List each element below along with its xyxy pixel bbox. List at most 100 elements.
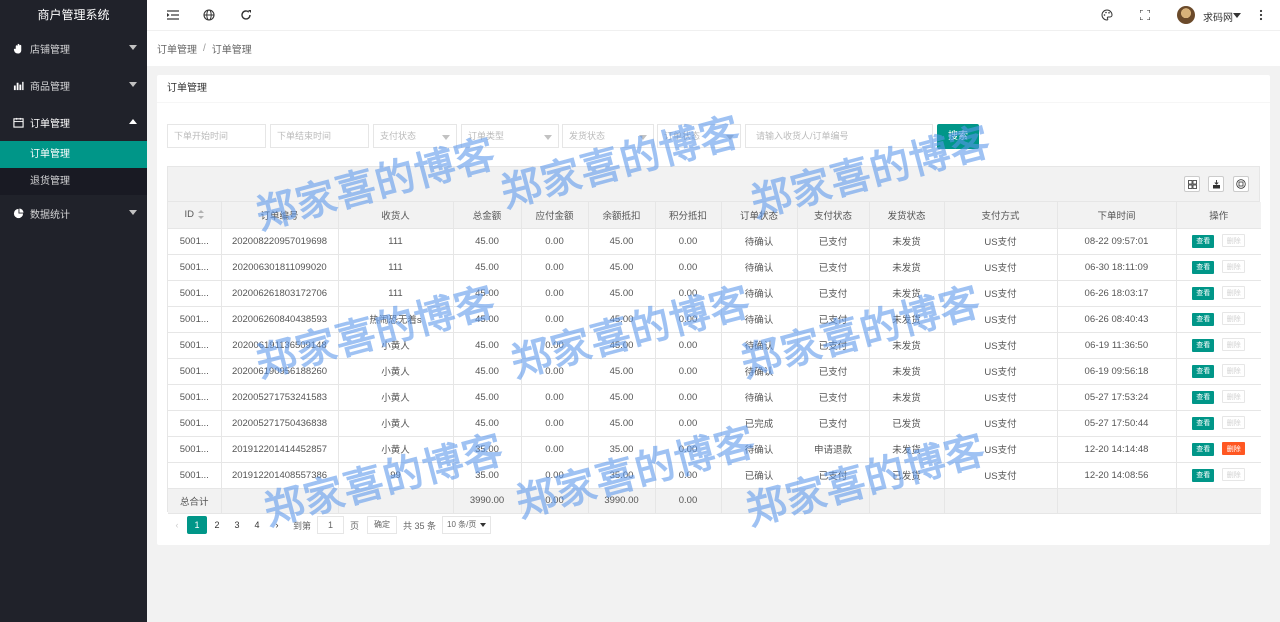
view-button[interactable]: 查看 xyxy=(1192,261,1215,274)
row-actions: 查看 删除 xyxy=(1176,332,1261,359)
table-cell: 5001... xyxy=(168,410,222,437)
table-cell: 0.00 xyxy=(521,280,589,307)
export-icon[interactable] xyxy=(1208,176,1224,192)
page-size-value: 10 条/页 xyxy=(447,520,477,529)
delete-button[interactable]: 删除 xyxy=(1222,442,1246,455)
view-button[interactable]: 查看 xyxy=(1192,443,1215,456)
row-actions: 查看 删除 xyxy=(1176,306,1261,333)
breadcrumb-item[interactable]: 订单管理 xyxy=(157,41,197,56)
col-header-id[interactable]: ID xyxy=(168,202,222,229)
table-row: 5001... 202006190956188260 小黄人 45.00 0.00 45.… xyxy=(168,358,1261,385)
page-button[interactable]: 1 xyxy=(187,516,207,534)
delete-button[interactable]: 删除 xyxy=(1222,312,1246,325)
delete-button[interactable]: 删除 xyxy=(1222,234,1246,247)
globe-icon[interactable] xyxy=(202,8,216,22)
order-status-select[interactable]: 订单状态 xyxy=(657,124,741,148)
sidebar-item-label: 店铺管理 xyxy=(30,45,70,56)
delete-button[interactable]: 删除 xyxy=(1222,390,1246,403)
view-button[interactable]: 查看 xyxy=(1192,391,1215,404)
chevron-down-icon xyxy=(544,135,552,140)
more-vertical-icon[interactable] xyxy=(1254,8,1268,22)
delete-button[interactable]: 删除 xyxy=(1222,286,1246,299)
sidebar-item-orders[interactable]: 订单管理 xyxy=(0,104,147,141)
theme-icon[interactable] xyxy=(1100,8,1114,22)
table-cell: 45.00 xyxy=(588,332,656,359)
table-cell: US支付 xyxy=(944,384,1058,411)
view-button[interactable]: 查看 xyxy=(1192,469,1215,482)
table-cell: 申请退款 xyxy=(797,436,870,463)
table-cell: 小黄人 xyxy=(338,384,454,411)
keyword-search-input[interactable]: 请输入收货人/订单编号 xyxy=(745,124,933,148)
prev-page-icon[interactable]: ‹ xyxy=(167,516,187,534)
delete-button[interactable]: 删除 xyxy=(1222,364,1246,377)
menu-fold-icon[interactable] xyxy=(166,8,180,22)
goto-page-input[interactable]: 1 xyxy=(317,516,345,534)
end-time-input[interactable]: 下单结束时间 xyxy=(270,124,369,148)
table-cell: 已支付 xyxy=(797,410,870,437)
chevron-down-icon[interactable] xyxy=(1233,13,1241,18)
col-header: 支付状态 xyxy=(797,202,870,229)
sidebar-item-stats[interactable]: 数据统计 xyxy=(0,195,147,232)
col-header: 发货状态 xyxy=(869,202,945,229)
table-totals-row: 总合计 3990.00 0.00 3990.00 0.00 xyxy=(168,488,1261,514)
sidebar-item-products[interactable]: 商品管理 xyxy=(0,67,147,104)
columns-icon[interactable] xyxy=(1184,176,1200,192)
row-actions: 查看 删除 xyxy=(1176,254,1261,281)
sort-icon[interactable] xyxy=(198,210,204,220)
table-cell: 45.00 xyxy=(453,228,522,255)
table-cell: 已完成 xyxy=(721,410,798,437)
view-button[interactable]: 查看 xyxy=(1192,417,1215,430)
delete-button[interactable]: 删除 xyxy=(1222,416,1246,429)
delete-button[interactable]: 删除 xyxy=(1222,338,1246,351)
col-header: 总金额 xyxy=(453,202,522,229)
username[interactable]: 求码网 xyxy=(1203,9,1233,24)
pay-status-select[interactable]: 支付状态 xyxy=(373,124,457,148)
table-cell: 0.00 xyxy=(655,254,722,281)
delete-button[interactable]: 删除 xyxy=(1222,468,1246,481)
table-cell: 热闹恐无着s xyxy=(338,306,454,333)
print-icon[interactable] xyxy=(1233,176,1249,192)
page-button[interactable]: 2 xyxy=(207,516,227,534)
view-button[interactable]: 查看 xyxy=(1192,365,1215,378)
table-cell: 05-27 17:53:24 xyxy=(1057,384,1177,411)
table-cell: 99 xyxy=(338,462,454,489)
goto-confirm-button[interactable]: 确定 xyxy=(367,516,398,534)
table-cell: 已支付 xyxy=(797,228,870,255)
page-button[interactable]: 3 xyxy=(227,516,247,534)
view-button[interactable]: 查看 xyxy=(1192,287,1215,300)
table-row: 5001... 202005271750436838 小黄人 45.00 0.00 45.… xyxy=(168,410,1261,437)
pagination: ‹ 1 2 3 4 › 到第 1 页 确定 共 35 条 10 条/页 xyxy=(167,516,492,534)
delete-button[interactable]: 删除 xyxy=(1222,260,1246,273)
col-header: 收货人 xyxy=(338,202,454,229)
view-button[interactable]: 查看 xyxy=(1192,235,1215,248)
table-cell: 45.00 xyxy=(588,280,656,307)
totals-label: 总合计 xyxy=(168,488,222,514)
avatar[interactable] xyxy=(1177,6,1195,24)
sidebar-subitem-order-manage[interactable]: 订单管理 xyxy=(0,141,147,168)
start-time-input[interactable]: 下单开始时间 xyxy=(167,124,266,148)
table-cell: US支付 xyxy=(944,280,1058,307)
view-button[interactable]: 查看 xyxy=(1192,313,1215,326)
page-button[interactable]: 4 xyxy=(247,516,267,534)
chevron-down-icon xyxy=(129,45,137,50)
ship-status-select[interactable]: 发货状态 xyxy=(562,124,654,148)
col-header: 余额抵扣 xyxy=(588,202,656,229)
sidebar-item-label: 订单管理 xyxy=(30,119,70,130)
next-page-icon[interactable]: › xyxy=(267,516,287,534)
table-cell: US支付 xyxy=(944,358,1058,385)
refresh-icon[interactable] xyxy=(239,8,253,22)
sidebar-subitem-returns[interactable]: 退货管理 xyxy=(0,168,147,195)
table-cell: US支付 xyxy=(944,410,1058,437)
fullscreen-icon[interactable] xyxy=(1138,8,1152,22)
search-button[interactable]: 搜索 xyxy=(937,124,979,149)
sidebar-submenu-orders: 订单管理 退货管理 xyxy=(0,141,147,195)
table-cell: 0.00 xyxy=(521,306,589,333)
sidebar-item-store[interactable]: 店铺管理 xyxy=(0,30,147,67)
view-button[interactable]: 查看 xyxy=(1192,339,1215,352)
table-cell: 待确认 xyxy=(721,306,798,333)
page-size-select[interactable]: 10 条/页 xyxy=(442,516,492,534)
table-cell: 0.00 xyxy=(655,384,722,411)
table-row: 5001... 202006260840438593 热闹恐无着s 45.00 0.00… xyxy=(168,306,1261,333)
order-type-select[interactable]: 订单类型 xyxy=(461,124,559,148)
table-cell: 未发货 xyxy=(869,228,945,255)
